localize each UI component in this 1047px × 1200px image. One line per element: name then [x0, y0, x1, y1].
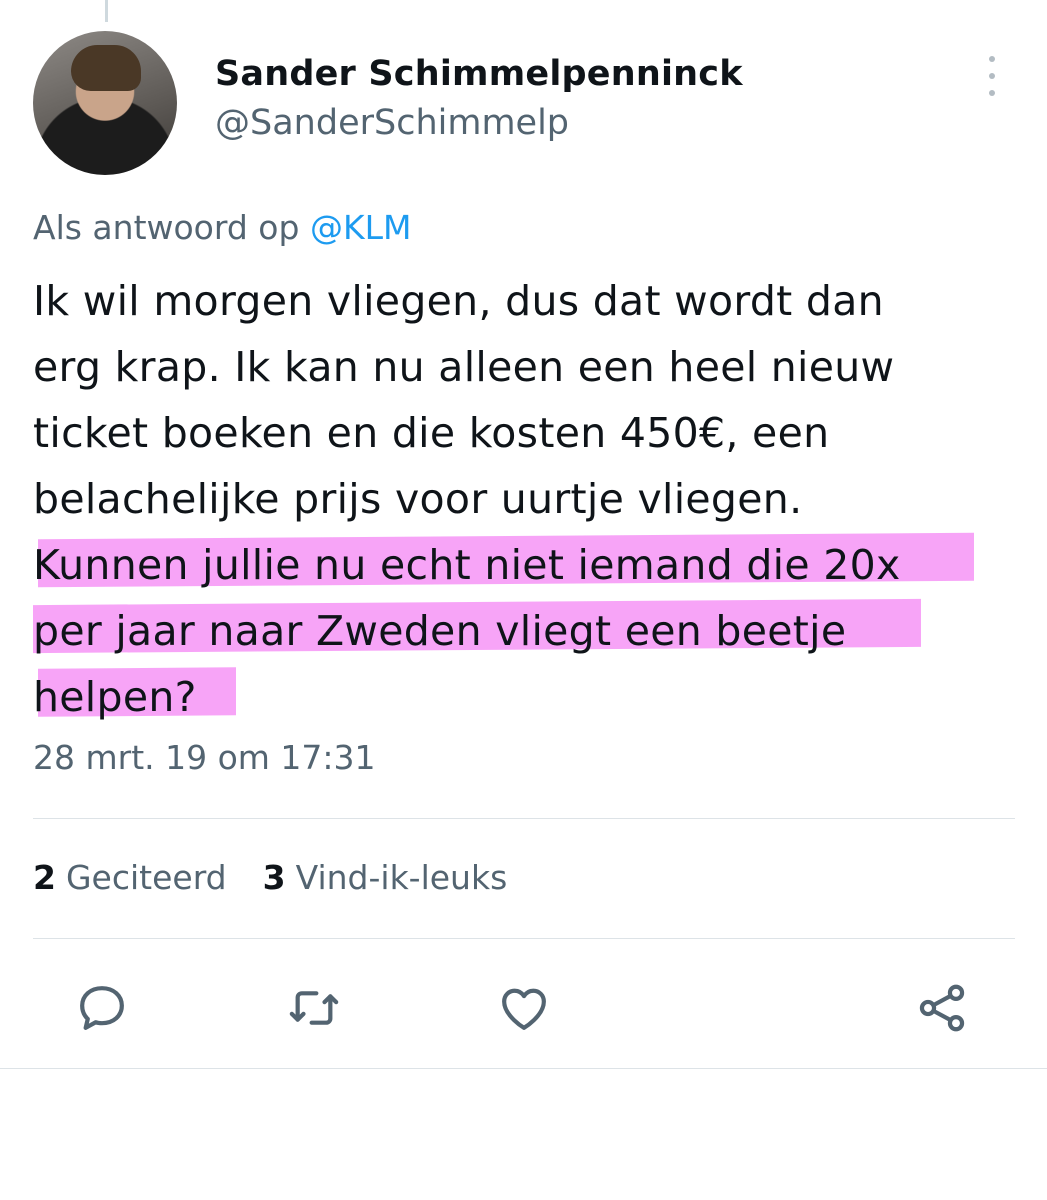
likes-stat[interactable]: 3 Vind-ik-leuks: [263, 858, 508, 897]
user-handle[interactable]: @SanderSchimmelp: [215, 103, 569, 143]
share-button[interactable]: [914, 980, 970, 1036]
tweet-stats: 2 Geciteerd 3 Vind-ik-leuks: [33, 858, 507, 897]
tweet-line: belachelijke prijs voor uurtje vliegen.: [33, 475, 803, 523]
reply-prefix: Als antwoord op: [33, 208, 310, 247]
divider: [33, 938, 1015, 939]
tweet-line: Ik wil morgen vliegen, dus dat wordt dan: [33, 277, 884, 325]
user-display-name[interactable]: Sander Schimmelpenninck: [215, 54, 743, 94]
divider: [33, 818, 1015, 819]
reply-icon: [80, 986, 124, 1030]
tweet-line-highlighted: per jaar naar Zweden vliegt een beetje: [33, 607, 847, 655]
likes-label: Vind-ik-leuks: [295, 858, 508, 897]
tweet-line-highlighted: helpen?: [33, 673, 197, 721]
quotes-count: 2: [33, 858, 56, 897]
tweet-line: erg krap. Ik kan nu alleen een heel nieu…: [33, 343, 895, 391]
quotes-label: Geciteerd: [65, 858, 227, 897]
reply-mention-link[interactable]: @KLM: [310, 208, 412, 247]
share-icon: [919, 984, 965, 1032]
quotes-stat[interactable]: 2 Geciteerd: [33, 858, 227, 897]
thread-line: [105, 0, 108, 22]
reply-context: Als antwoord op @KLM: [33, 208, 411, 247]
tweet-line: ticket boeken en die kosten 450€, een: [33, 409, 830, 457]
tweet-line-highlighted: Kunnen jullie nu echt niet iemand die 20…: [33, 541, 901, 589]
avatar-hair: [71, 45, 141, 91]
like-icon: [502, 988, 546, 1030]
more-options-icon[interactable]: [980, 56, 1004, 96]
like-button[interactable]: [496, 980, 552, 1036]
retweet-icon: [289, 991, 339, 1025]
tweet-text: Ik wil morgen vliegen, dus dat wordt dan…: [33, 268, 1013, 730]
retweet-button[interactable]: [286, 980, 342, 1036]
avatar[interactable]: [33, 31, 177, 175]
bottom-divider: [0, 1068, 1047, 1069]
tweet-timestamp[interactable]: 28 mrt. 19 om 17:31: [33, 738, 376, 777]
likes-count: 3: [262, 858, 286, 897]
reply-button[interactable]: [74, 980, 130, 1036]
